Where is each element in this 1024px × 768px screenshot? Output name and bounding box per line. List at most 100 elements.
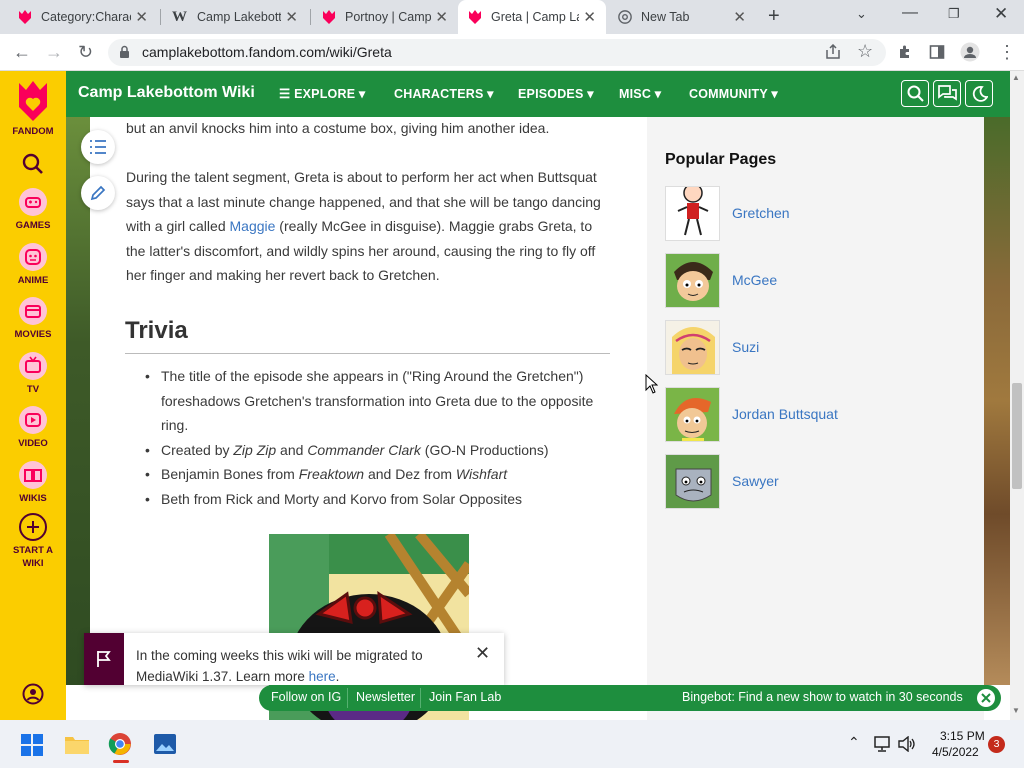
- wiki-search-button[interactable]: [901, 80, 929, 107]
- learn-more-link[interactable]: here: [309, 669, 336, 684]
- page-link[interactable]: Suzi: [732, 339, 759, 355]
- network-icon[interactable]: [873, 736, 891, 752]
- url-text[interactable]: camplakebottom.fandom.com/wiki/Greta: [142, 44, 392, 60]
- browser-tab[interactable]: W Camp Lakebotto ✕: [162, 0, 308, 34]
- profile-icon[interactable]: [960, 42, 980, 62]
- list-item-text: and Dez from: [364, 466, 456, 482]
- active-app-indicator: [113, 760, 129, 763]
- restore-icon[interactable]: ❐: [948, 6, 960, 22]
- list-item-italic: Wishfart: [455, 466, 508, 482]
- discussions-icon: [938, 85, 957, 101]
- list-item: Beth from Rick and Morty and Korvo from …: [145, 487, 610, 512]
- close-tab-icon[interactable]: ✕: [435, 8, 448, 26]
- list-item-italic: Zip Zip: [233, 441, 277, 458]
- reload-icon[interactable]: ↻: [78, 42, 93, 63]
- list-item-text: and: [276, 441, 308, 458]
- close-bar-icon[interactable]: [976, 688, 996, 708]
- newsletter-button[interactable]: Newsletter: [356, 690, 415, 704]
- browser-tab[interactable]: Category:Charac ✕: [8, 0, 158, 34]
- forward-icon[interactable]: →: [45, 42, 63, 63]
- side-panel-icon[interactable]: [929, 44, 945, 60]
- join-fan-lab-button[interactable]: Join Fan Lab: [429, 690, 501, 704]
- page-thumbnail: [665, 253, 720, 308]
- start-wiki-label: WIKI: [22, 557, 44, 569]
- page-link[interactable]: Sawyer: [732, 473, 779, 489]
- notification-badge[interactable]: 3: [988, 736, 1005, 753]
- rail-item-anime[interactable]: ANIME: [0, 242, 66, 286]
- bookmark-star-icon[interactable]: ☆: [857, 41, 873, 62]
- close-window-icon[interactable]: ✕: [994, 4, 1008, 24]
- close-tab-icon[interactable]: ✕: [583, 8, 596, 26]
- tab-label: Portnoy | Camp: [345, 10, 432, 24]
- rail-item-video[interactable]: VIDEO: [0, 405, 66, 449]
- play-video-icon: [19, 406, 47, 434]
- list-item: Benjamin Bones from Freaktown and Dez fr…: [145, 462, 610, 487]
- photos-icon[interactable]: [153, 732, 177, 756]
- clapperboard-icon: [19, 297, 47, 325]
- table-of-contents-button[interactable]: [81, 130, 115, 164]
- wiki-name[interactable]: Camp Lakebottom Wiki: [78, 84, 255, 102]
- moon-icon: [972, 86, 988, 102]
- search-icon[interactable]: [22, 153, 44, 175]
- file-explorer-icon[interactable]: [64, 733, 90, 755]
- edit-button[interactable]: [81, 176, 115, 210]
- page-link[interactable]: Gretchen: [732, 205, 790, 221]
- fandom-logo[interactable]: FANDOM: [0, 79, 66, 137]
- tab-search-icon[interactable]: ⌄: [856, 6, 867, 22]
- chrome-icon: [618, 10, 632, 24]
- maggie-link[interactable]: Maggie: [230, 218, 276, 234]
- tab-label: Greta | Camp La: [491, 10, 580, 24]
- minimize-icon[interactable]: —: [902, 4, 918, 22]
- show-hidden-icons-icon[interactable]: ⌃: [848, 734, 860, 751]
- nav-community[interactable]: COMMUNITY ▾: [689, 86, 778, 101]
- browser-tab[interactable]: New Tab ✕: [608, 0, 756, 34]
- rail-item-games[interactable]: GAMES: [0, 187, 66, 231]
- theme-toggle-button[interactable]: [965, 80, 993, 107]
- browser-tab[interactable]: Portnoy | Camp ✕: [312, 0, 458, 34]
- page-link[interactable]: Jordan Buttsquat: [732, 406, 838, 422]
- scrollbar-thumb[interactable]: [1012, 383, 1022, 489]
- rail-item-tv[interactable]: TV: [0, 351, 66, 395]
- page-thumbnail: [665, 387, 720, 442]
- trivia-heading: Trivia: [125, 317, 188, 344]
- rail-item-movies[interactable]: MOVIES: [0, 296, 66, 340]
- list-item-text: Benjamin Bones from: [161, 466, 299, 482]
- close-notice-icon[interactable]: ✕: [475, 643, 490, 664]
- bingebot-promo-link[interactable]: Bingebot: Find a new show to watch in 30…: [682, 690, 963, 704]
- anime-face-icon: [19, 243, 47, 271]
- close-tab-icon[interactable]: ✕: [733, 8, 746, 26]
- chrome-taskbar-icon[interactable]: [108, 732, 132, 756]
- volume-icon[interactable]: [898, 736, 916, 752]
- pencil-icon: [90, 185, 106, 201]
- user-account-icon[interactable]: [22, 683, 44, 705]
- close-tab-icon[interactable]: ✕: [285, 8, 298, 26]
- wikipedia-icon: W: [172, 9, 187, 25]
- clock-date[interactable]: 4/5/2022: [932, 745, 979, 759]
- nav-misc[interactable]: MISC ▾: [619, 86, 661, 101]
- heading-divider: [125, 353, 610, 354]
- back-icon[interactable]: ←: [13, 42, 31, 63]
- nav-episodes[interactable]: EPISODES ▾: [518, 86, 594, 101]
- discussions-button[interactable]: [933, 80, 961, 107]
- rail-item-label: VIDEO: [18, 438, 48, 449]
- nav-explore[interactable]: ☰ EXPLORE ▾: [279, 86, 365, 101]
- rail-item-label: TV: [26, 384, 40, 395]
- close-tab-icon[interactable]: ✕: [135, 8, 148, 26]
- extensions-icon[interactable]: [897, 44, 913, 60]
- share-icon[interactable]: [825, 44, 842, 60]
- browser-menu-icon[interactable]: ⋮: [998, 42, 1016, 63]
- windows-start-icon[interactable]: [21, 734, 43, 756]
- follow-on-ig-button[interactable]: Follow on IG: [271, 690, 341, 704]
- nav-label: MISC: [619, 87, 652, 101]
- nav-characters[interactable]: CHARACTERS ▾: [394, 86, 494, 101]
- rail-item-wikis[interactable]: WIKIS: [0, 460, 66, 504]
- rail-item-start-wiki[interactable]: START A WIKI: [0, 512, 66, 570]
- scroll-up-icon[interactable]: ▲: [1012, 73, 1020, 82]
- paragraph: During the talent segment, Greta is abou…: [126, 165, 606, 288]
- scroll-down-icon[interactable]: ▼: [1012, 706, 1020, 715]
- clock-time[interactable]: 3:15 PM: [940, 729, 985, 743]
- rail-item-label: WIKIS: [19, 493, 47, 504]
- new-tab-icon[interactable]: +: [768, 5, 780, 28]
- browser-tab-active[interactable]: Greta | Camp La ✕: [458, 0, 606, 34]
- page-link[interactable]: McGee: [732, 272, 777, 288]
